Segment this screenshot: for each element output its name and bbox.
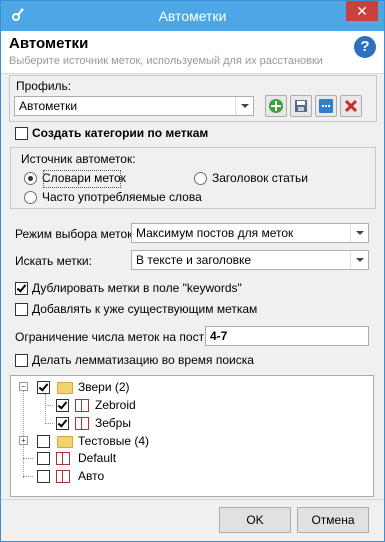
page-subtitle: Выберите источник меток, используемый дл…	[9, 55, 323, 67]
tree-item-label[interactable]: Default	[78, 451, 116, 465]
rename-profile-button[interactable]	[315, 95, 337, 117]
tree-item-label[interactable]: Zebroid	[95, 398, 136, 412]
search-select[interactable]: В тексте и заголовке	[131, 250, 369, 270]
tree-checkbox[interactable]	[37, 470, 50, 483]
chevron-down-icon	[350, 251, 368, 269]
lemmatization-checkbox[interactable]	[15, 354, 28, 367]
add-icon	[269, 99, 283, 113]
close-button[interactable]: ✕	[346, 1, 378, 21]
radio-frequent-words[interactable]	[24, 191, 37, 204]
mode-value: Максимум постов для меток	[136, 226, 294, 240]
source-label: Источник автометок:	[21, 152, 136, 166]
expand-toggle[interactable]: +	[19, 436, 28, 445]
radio-article-title-label: Заголовок статьи	[212, 171, 308, 185]
tree-checkbox[interactable]	[37, 435, 50, 448]
tree-checkbox[interactable]	[37, 452, 50, 465]
book-icon	[75, 399, 89, 412]
tree-checkbox[interactable]	[37, 381, 50, 394]
page-title: Автометки	[9, 35, 89, 52]
mode-label: Режим выбора меток:	[15, 227, 136, 241]
button-bar: OK Отмена	[1, 499, 384, 542]
tree-checkbox[interactable]	[56, 417, 69, 430]
search-value: В тексте и заголовке	[136, 253, 252, 267]
duplicate-keywords-checkbox[interactable]	[15, 282, 28, 295]
delete-profile-button[interactable]	[340, 95, 362, 117]
radio-frequent-words-label: Часто употребляемые слова	[42, 190, 202, 204]
radio-article-title[interactable]	[194, 172, 207, 185]
title-bar[interactable]: Автометки ✕	[1, 1, 384, 31]
folder-icon	[57, 382, 73, 394]
limit-value: 4-7	[210, 329, 228, 343]
save-profile-button[interactable]	[290, 95, 312, 117]
create-categories-label: Создать категории по меткам	[32, 126, 209, 140]
tag-dictionary-tree[interactable]: − Звери (2) Zebroid Зебры + Тестовые (4)…	[10, 375, 374, 497]
folder-icon	[57, 436, 73, 448]
window-title: Автометки	[158, 8, 227, 24]
book-icon	[75, 417, 89, 430]
mode-select[interactable]: Максимум постов для меток	[131, 223, 369, 243]
append-existing-label: Добавлять к уже существующим меткам	[32, 302, 258, 316]
save-icon	[295, 100, 307, 112]
delete-icon	[344, 99, 358, 113]
chevron-down-icon	[350, 224, 368, 242]
close-icon: ✕	[356, 3, 368, 19]
header-panel: Автометки Выберите источник меток, испол…	[1, 31, 384, 74]
ok-button[interactable]: OK	[219, 507, 291, 533]
tree-item-label[interactable]: Авто	[78, 469, 104, 483]
tree-item-label[interactable]: Звери (2)	[78, 380, 130, 394]
focus-outline	[43, 170, 121, 188]
limit-label: Ограничение числа меток на пост:	[15, 330, 208, 344]
rename-icon	[319, 99, 333, 113]
radio-dictionaries[interactable]	[24, 172, 37, 185]
tree-item-label[interactable]: Тестовые (4)	[78, 434, 149, 448]
limit-input[interactable]: 4-7	[205, 326, 369, 346]
autotags-window: Автометки ✕ Автометки Выберите источник …	[0, 0, 385, 542]
append-existing-checkbox[interactable]	[15, 303, 28, 316]
collapse-toggle[interactable]: −	[19, 382, 28, 391]
profile-label: Профиль:	[16, 79, 72, 93]
profile-select[interactable]: Автометки	[14, 96, 254, 116]
cancel-button[interactable]: Отмена	[297, 507, 369, 533]
search-label: Искать метки:	[15, 254, 92, 268]
tree-checkbox[interactable]	[56, 399, 69, 412]
profile-value: Автометки	[19, 99, 78, 113]
add-profile-button[interactable]	[265, 95, 287, 117]
create-categories-checkbox[interactable]	[15, 127, 28, 140]
book-icon	[56, 470, 70, 483]
help-icon[interactable]: ?	[354, 36, 376, 58]
duplicate-keywords-label: Дублировать метки в поле "keywords"	[32, 281, 242, 295]
lemmatization-label: Делать лемматизацию во время поиска	[32, 353, 254, 367]
book-icon	[56, 452, 70, 465]
tree-item-label[interactable]: Зебры	[95, 416, 131, 430]
chevron-down-icon	[235, 97, 253, 115]
